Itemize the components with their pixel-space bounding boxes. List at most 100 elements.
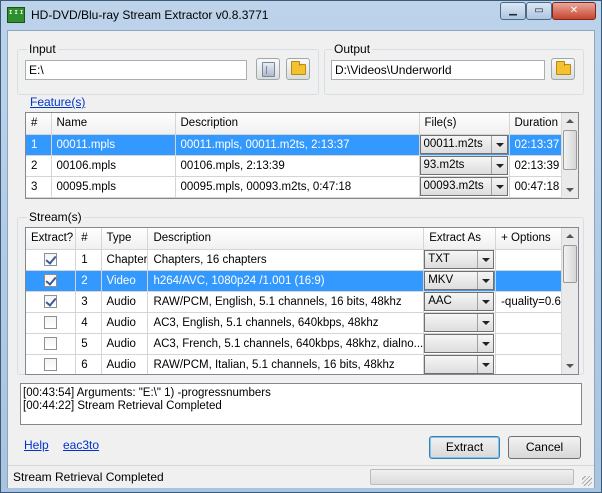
stream-type: Video bbox=[101, 270, 149, 292]
scroll-up-icon[interactable] bbox=[562, 228, 578, 244]
app-window: ᴵᴵᴵ HD-DVD/Blu-ray Stream Extractor v0.8… bbox=[0, 0, 602, 493]
input-browse-button[interactable] bbox=[286, 58, 310, 80]
scroll-thumb[interactable] bbox=[563, 245, 577, 283]
stream-extract-as-dropdown[interactable] bbox=[424, 313, 495, 332]
chevron-down-icon bbox=[490, 136, 507, 153]
stream-type: Audio bbox=[101, 354, 149, 374]
stream-extract-as-dropdown[interactable] bbox=[424, 334, 495, 353]
feature-row[interactable]: 1 00011.mpls 00011.mpls, 00011.m2ts, 2:1… bbox=[26, 134, 564, 156]
stream-extract-cell bbox=[26, 333, 77, 355]
stream-extract-checkbox[interactable] bbox=[44, 274, 58, 287]
chevron-down-icon bbox=[477, 293, 493, 310]
features-col-description[interactable]: Description bbox=[175, 113, 420, 135]
stream-type: Audio bbox=[101, 333, 149, 355]
chevron-down-icon bbox=[490, 157, 507, 174]
stream-extract-as-value: AAC bbox=[428, 295, 452, 307]
feature-file-dropdown[interactable]: 00093.m2ts bbox=[419, 177, 508, 196]
features-col-num[interactable]: # bbox=[26, 113, 52, 135]
stream-extract-cell bbox=[26, 312, 77, 334]
feature-row[interactable]: 3 00095.mpls 00095.mpls, 00093.m2ts, 0:4… bbox=[26, 176, 564, 198]
output-path-field[interactable]: D:\Videos\Underworld bbox=[331, 60, 545, 80]
minimize-button[interactable]: ▁ bbox=[500, 2, 526, 20]
stream-extract-as-dropdown[interactable]: AAC bbox=[424, 292, 495, 311]
stream-extract-checkbox[interactable] bbox=[44, 295, 58, 308]
close-button[interactable]: ✕ bbox=[552, 2, 596, 20]
features-col-duration[interactable]: Duration bbox=[509, 113, 564, 135]
extract-button[interactable]: Extract bbox=[429, 436, 500, 459]
feature-duration: 02:13:39 bbox=[509, 155, 564, 177]
input-drive-button[interactable] bbox=[256, 58, 280, 80]
resize-grip-icon[interactable] bbox=[582, 476, 592, 486]
streams-scrollbar[interactable] bbox=[561, 228, 578, 374]
stream-extract-as-value: TXT bbox=[428, 253, 450, 265]
folder-icon bbox=[556, 61, 571, 75]
feature-duration: 02:13:37 bbox=[509, 134, 564, 156]
streams-col-type[interactable]: Type bbox=[101, 228, 149, 250]
streams-col-num[interactable]: # bbox=[75, 228, 102, 250]
stream-extract-checkbox[interactable] bbox=[44, 337, 58, 350]
features-col-files[interactable]: File(s) bbox=[419, 113, 510, 135]
maximize-button[interactable]: ▭ bbox=[526, 2, 552, 20]
streams-label: Stream(s) bbox=[27, 210, 84, 224]
stream-type: Audio bbox=[101, 291, 149, 313]
stream-extract-as-dropdown[interactable] bbox=[424, 355, 495, 374]
stream-extract-checkbox[interactable] bbox=[44, 358, 58, 371]
feature-file-dropdown[interactable]: 93.m2ts bbox=[419, 156, 508, 175]
stream-extract-as-cell bbox=[423, 354, 497, 374]
chevron-down-icon bbox=[477, 314, 493, 331]
stream-row[interactable]: 4 Audio AC3, English, 5.1 channels, 640k… bbox=[26, 312, 578, 334]
stream-extract-as-dropdown[interactable]: TXT bbox=[424, 250, 495, 269]
feature-file-value: 93.m2ts bbox=[423, 159, 465, 171]
stream-extract-as-cell: AAC bbox=[423, 291, 497, 313]
scroll-thumb[interactable] bbox=[563, 130, 577, 170]
feature-file-value: 00011.m2ts bbox=[423, 138, 483, 150]
stream-extract-checkbox[interactable] bbox=[44, 253, 58, 266]
stream-extract-cell bbox=[26, 270, 77, 292]
stream-row[interactable]: 2 Video h264/AVC, 1080p24 /1.001 (16:9) … bbox=[26, 270, 578, 292]
features-scrollbar[interactable] bbox=[561, 113, 578, 198]
log-line: [00:44:22] Stream Retrieval Completed bbox=[23, 400, 222, 412]
features-col-name[interactable]: Name bbox=[51, 113, 176, 135]
eac3to-link[interactable]: eac3to bbox=[63, 438, 99, 452]
stream-description: h264/AVC, 1080p24 /1.001 (16:9) bbox=[147, 270, 425, 292]
streams-col-description[interactable]: Description bbox=[147, 228, 425, 250]
scroll-down-icon[interactable] bbox=[562, 182, 578, 198]
chevron-down-icon bbox=[477, 356, 493, 373]
chevron-down-icon bbox=[490, 178, 507, 195]
title-bar[interactable]: ᴵᴵᴵ HD-DVD/Blu-ray Stream Extractor v0.8… bbox=[1, 1, 601, 29]
stream-row[interactable]: 6 Audio RAW/PCM, Italian, 5.1 channels, … bbox=[26, 354, 578, 374]
feature-num: 1 bbox=[26, 134, 52, 156]
status-text: Stream Retrieval Completed bbox=[13, 470, 164, 484]
help-link[interactable]: Help bbox=[24, 438, 49, 452]
stream-extract-as-dropdown[interactable]: MKV bbox=[424, 271, 495, 290]
log-line: [00:43:54] Arguments: "E:\" 1) -progress… bbox=[23, 387, 271, 399]
streams-grid: Extract? # Type Description Extract As +… bbox=[25, 227, 579, 375]
feature-description: 00095.mpls, 00093.m2ts, 0:47:18 bbox=[175, 176, 420, 198]
feature-file-dropdown[interactable]: 00011.m2ts bbox=[419, 135, 508, 154]
stream-row[interactable]: 1 Chapter Chapters, 16 chapters TXT bbox=[26, 249, 578, 271]
feature-name: 00011.mpls bbox=[51, 134, 176, 156]
output-browse-button[interactable] bbox=[551, 58, 575, 80]
feature-row[interactable]: 2 00106.mpls 00106.mpls, 2:13:39 93.m2ts… bbox=[26, 155, 564, 177]
log-panel[interactable]: [00:43:54] Arguments: "E:\" 1) -progress… bbox=[20, 383, 582, 425]
stream-row[interactable]: 3 Audio RAW/PCM, English, 5.1 channels, … bbox=[26, 291, 578, 313]
streams-col-extract[interactable]: Extract? bbox=[26, 228, 77, 250]
stream-description: RAW/PCM, English, 5.1 channels, 16 bits,… bbox=[147, 291, 425, 313]
stream-row[interactable]: 5 Audio AC3, French, 5.1 channels, 640kb… bbox=[26, 333, 578, 355]
output-label: Output bbox=[332, 42, 373, 56]
chevron-down-icon bbox=[477, 272, 493, 289]
stream-description: Chapters, 16 chapters bbox=[147, 249, 425, 271]
stream-extract-as-cell bbox=[423, 312, 497, 334]
stream-description: AC3, French, 5.1 channels, 640kbps, 48kh… bbox=[147, 333, 425, 355]
scroll-down-icon[interactable] bbox=[562, 358, 578, 374]
stream-extract-cell bbox=[26, 354, 77, 374]
cancel-button[interactable]: Cancel bbox=[508, 436, 581, 459]
folder-icon bbox=[291, 61, 306, 75]
scroll-up-icon[interactable] bbox=[562, 113, 578, 129]
stream-extract-checkbox[interactable] bbox=[44, 316, 58, 329]
features-link[interactable]: Feature(s) bbox=[30, 95, 85, 109]
chevron-down-icon bbox=[477, 251, 493, 268]
feature-name: 00095.mpls bbox=[51, 176, 176, 198]
streams-col-extract-as[interactable]: Extract As bbox=[423, 228, 497, 250]
input-path-field[interactable]: E:\ bbox=[25, 60, 247, 80]
